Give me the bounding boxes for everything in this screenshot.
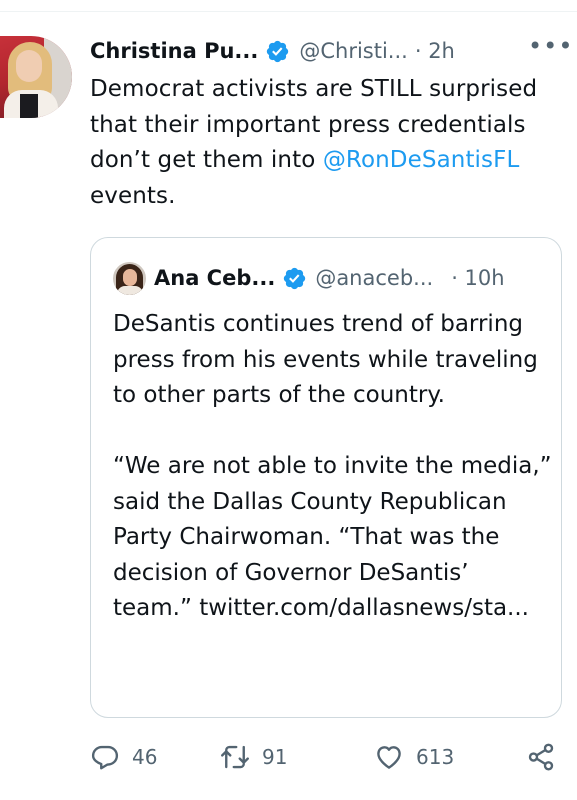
tweet-text: Democrat activists are STILL surprised t… bbox=[90, 72, 570, 214]
like-button[interactable]: 613 bbox=[374, 735, 454, 779]
quote-text: DeSantis continues trend of barring pres… bbox=[113, 311, 552, 621]
more-icon[interactable]: ••• bbox=[528, 34, 572, 64]
quote-header: Ana Ceb... @anaceb... · 10h bbox=[113, 261, 553, 295]
quote-author-handle: @anaceb... bbox=[315, 266, 434, 290]
mention-link[interactable]: @RonDeSantisFL bbox=[323, 147, 520, 173]
quoted-tweet[interactable]: Ana Ceb... @anaceb... · 10h DeSantis con… bbox=[90, 237, 562, 718]
avatar[interactable] bbox=[0, 36, 72, 118]
like-count: 613 bbox=[416, 745, 455, 769]
divider bbox=[0, 11, 577, 12]
verified-badge-icon bbox=[267, 40, 289, 62]
retweet-icon bbox=[221, 745, 249, 769]
action-bar: 46 91 613 bbox=[90, 735, 562, 779]
share-icon bbox=[528, 743, 554, 771]
reply-count: 46 bbox=[132, 745, 158, 769]
retweet-button[interactable]: 91 bbox=[220, 735, 287, 779]
like-icon bbox=[377, 746, 401, 769]
reply-icon bbox=[91, 745, 119, 770]
author-handle[interactable]: @Christi... bbox=[299, 39, 407, 63]
quote-avatar bbox=[113, 261, 146, 295]
quote-timestamp: · 10h bbox=[451, 266, 505, 290]
share-button[interactable] bbox=[526, 735, 556, 779]
tweet-header: Christina Pu... @Christi... · 2h bbox=[90, 36, 550, 66]
retweet-count: 91 bbox=[262, 745, 288, 769]
timestamp[interactable]: · 2h bbox=[415, 39, 455, 63]
verified-badge-icon bbox=[284, 267, 306, 289]
author-name[interactable]: Christina Pu... bbox=[90, 39, 258, 63]
reply-button[interactable]: 46 bbox=[90, 735, 157, 779]
quote-author-name: Ana Ceb... bbox=[154, 266, 276, 290]
tweet-text-part: events. bbox=[90, 182, 176, 209]
